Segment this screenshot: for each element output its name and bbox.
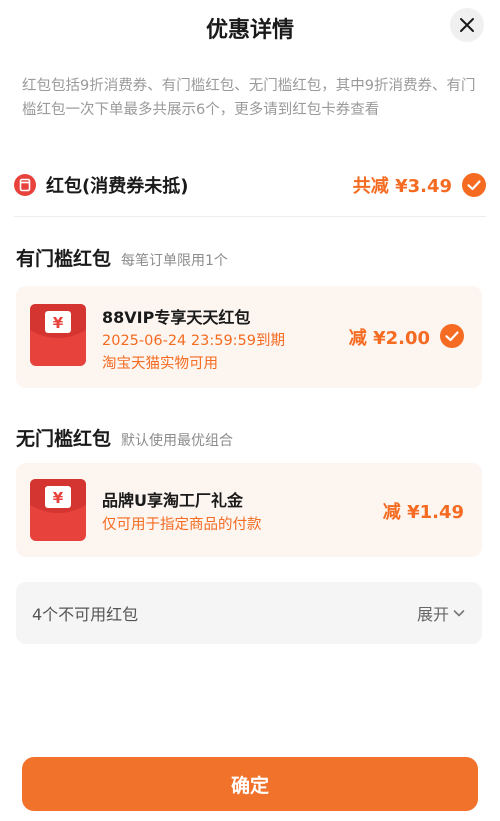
expand-toggle[interactable]: 展开 xyxy=(417,601,466,625)
coupon-name: 88VIP专享天天红包 xyxy=(102,308,251,327)
coupon-name: 品牌U享淘工厂礼金 xyxy=(102,491,243,510)
check-icon[interactable] xyxy=(440,324,464,348)
unavailable-coupons-row[interactable]: 4个不可用红包 展开 xyxy=(16,582,482,644)
page-title: 优惠详情 xyxy=(205,18,294,43)
red-packet-icon xyxy=(14,174,36,196)
section-hint: 每笔订单限用1个 xyxy=(121,253,228,269)
coupon-scope: 淘宝天猫实物可用 xyxy=(102,356,218,372)
coupon-amount: 减 ¥1.49 xyxy=(382,502,464,523)
coupon-amount: 减 ¥2.00 xyxy=(348,328,430,349)
sheet-header: 优惠详情 xyxy=(0,0,500,56)
yuan-glyph: ¥ xyxy=(53,489,64,507)
yuan-glyph: ¥ xyxy=(53,314,64,332)
section-name: 无门槛红包 xyxy=(16,428,112,450)
summary-row: 红包(消费券未抵) 共减 ¥3.49 xyxy=(14,168,486,202)
red-envelope-icon: ¥ xyxy=(30,479,86,541)
coupon-scope: 仅可用于指定商品的付款 xyxy=(102,517,262,533)
section-hint: 默认使用最优组合 xyxy=(121,433,234,449)
unavailable-label: 4个不可用红包 xyxy=(32,605,139,624)
no-threshold-section-title: 无门槛红包 默认使用最优组合 xyxy=(16,424,233,451)
coupon-card-88vip[interactable]: ¥ 88VIP专享天天红包 2025-06-24 23:59:59到期 淘宝天猫… xyxy=(16,286,482,388)
coupon-card-brand[interactable]: ¥ 品牌U享淘工厂礼金 仅可用于指定商品的付款 减 ¥1.49 xyxy=(16,463,482,557)
divider xyxy=(14,216,486,217)
threshold-section-title: 有门槛红包 每笔订单限用1个 xyxy=(16,244,228,271)
summary-total: 共减 ¥3.49 xyxy=(352,176,452,197)
notice-text: 红包包括9折消费券、有门槛红包、无门槛红包，其中9折消费券、有门槛红包一次下单最… xyxy=(22,78,476,118)
summary-label: 红包(消费券未抵) xyxy=(46,176,189,197)
close-button[interactable] xyxy=(450,8,484,42)
check-icon[interactable] xyxy=(462,173,486,197)
chevron-down-icon xyxy=(453,610,465,617)
red-envelope-icon: ¥ xyxy=(30,304,86,366)
section-name: 有门槛红包 xyxy=(16,248,112,270)
expand-label: 展开 xyxy=(416,605,449,624)
discount-detail-sheet: 优惠详情 红包包括9折消费券、有门槛红包、无门槛红包，其中9折消费券、有门槛红包… xyxy=(0,0,500,821)
close-icon xyxy=(460,18,474,32)
coupon-expiry: 2025-06-24 23:59:59到期 xyxy=(102,333,285,349)
confirm-button[interactable]: 确定 xyxy=(22,757,478,811)
